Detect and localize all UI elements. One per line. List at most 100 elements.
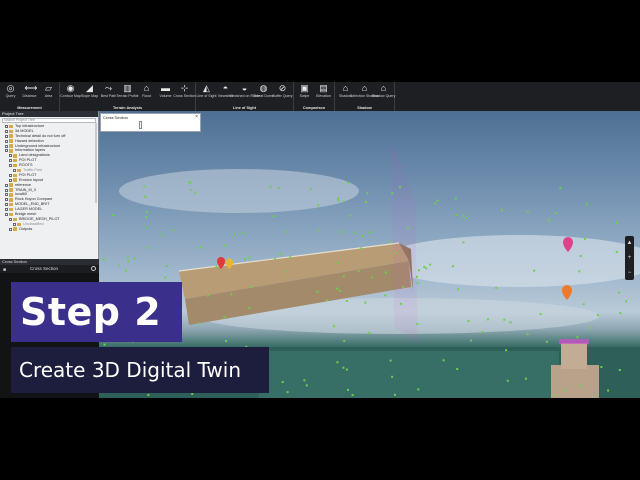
elevation-icon: ▤ — [319, 83, 328, 93]
tree-item-checkbox[interactable] — [5, 203, 8, 207]
ribbon-button-label: Buffer Query — [272, 94, 293, 98]
point-marker — [429, 263, 432, 266]
point-marker — [343, 339, 346, 342]
swipe-icon: ▣ — [300, 83, 309, 93]
tree-item-checkbox[interactable] — [5, 134, 8, 138]
project-tree-title: Project Tree — [0, 111, 98, 117]
contour-map-button[interactable]: ◉ Contour Map — [60, 82, 81, 104]
point-marker — [199, 246, 202, 249]
ribbon-button-label: Shadow Query — [371, 94, 396, 98]
cross-section-tab[interactable]: ■ Cross Section — [0, 265, 99, 273]
shadow-query-button[interactable]: ⌂ Shadow Query — [371, 82, 396, 104]
query-button[interactable]: ◎ Query — [1, 82, 20, 104]
tree-item-checkbox[interactable] — [9, 159, 12, 163]
point-marker — [316, 290, 319, 293]
close-icon[interactable]: ■ — [3, 266, 6, 274]
point-marker — [146, 211, 149, 214]
point-marker — [625, 300, 628, 303]
point-marker — [223, 244, 226, 247]
point-marker — [364, 301, 367, 304]
tree-item[interactable]: Outputs — [1, 227, 98, 232]
tree-item-checkbox[interactable] — [5, 144, 8, 148]
tree-item-checkbox[interactable] — [9, 154, 12, 158]
tree-item-checkbox[interactable] — [5, 208, 8, 212]
tree-item-checkbox[interactable] — [9, 164, 12, 168]
point-marker — [353, 231, 356, 234]
point-marker — [467, 320, 470, 323]
area-button[interactable]: ▱ Area — [39, 82, 58, 104]
point-marker — [364, 201, 367, 203]
point-marker — [279, 253, 282, 256]
point-marker — [164, 276, 167, 279]
elevation-button[interactable]: ▤ Elevation — [314, 82, 333, 104]
point-marker — [303, 379, 306, 382]
ribbon-group: ▣ Swipe ▤ Elevation Comparison — [294, 82, 335, 111]
terrain-profile-button[interactable]: ▥ Terrain Profile — [116, 82, 139, 104]
shadow-button[interactable]: ⌂ Shadow — [336, 82, 355, 104]
slope-map-button[interactable]: ◢ Slope Map — [80, 82, 99, 104]
info-icon[interactable] — [91, 266, 96, 271]
point-marker — [509, 321, 512, 324]
tree-item-checkbox[interactable] — [9, 227, 12, 231]
ribbon-button-label: Terrain Profile — [116, 94, 139, 98]
project-tree-scrollbar[interactable] — [95, 123, 97, 203]
tree-item-checkbox[interactable] — [5, 183, 8, 187]
point-marker — [465, 217, 468, 220]
point-marker — [423, 266, 426, 268]
folder-icon — [13, 158, 17, 163]
point-marker — [223, 316, 226, 318]
point-marker — [501, 209, 503, 212]
flood-button[interactable]: ⌂ Flood — [137, 82, 156, 104]
ribbon-button-label: Query — [5, 94, 16, 98]
ribbon-group: ◉ Contour Map ◢ Slope Map ⤳ Best Path ▥ Terrain… — [60, 82, 196, 111]
viewshed-on-route-button[interactable]: ◒ Viewshed on Route — [229, 82, 260, 104]
point-marker — [102, 258, 105, 261]
zoom-out-button[interactable]: − — [628, 270, 632, 276]
point-marker — [143, 185, 146, 188]
tree-item-checkbox[interactable] — [5, 129, 8, 133]
selection-shadow-button[interactable]: ⌂ Selection Shadow — [350, 82, 379, 104]
volume-button[interactable]: ▬ Volume — [156, 82, 175, 104]
tree-item-checkbox[interactable] — [5, 149, 8, 153]
distance-button[interactable]: ⟷ Distance — [20, 82, 39, 104]
tree-item-checkbox[interactable] — [9, 173, 12, 177]
close-icon[interactable]: × — [195, 114, 198, 120]
slope-map-icon: ◢ — [86, 83, 93, 93]
tree-item-checkbox[interactable] — [13, 168, 16, 172]
point-marker — [269, 185, 272, 188]
point-marker — [436, 199, 439, 202]
poi-pin-orange[interactable] — [562, 285, 572, 300]
tree-item-checkbox[interactable] — [5, 193, 8, 197]
tree-item-checkbox[interactable] — [5, 212, 8, 216]
line-of-sight-button[interactable]: ◭ Line of Sight — [197, 82, 217, 104]
point-marker — [112, 214, 115, 217]
cross-section-button[interactable]: ⊹ Cross Section — [173, 82, 195, 104]
tree-item-checkbox[interactable] — [5, 139, 8, 143]
point-marker — [161, 233, 164, 236]
buffer-query-button[interactable]: ⊘ Buffer Query — [272, 82, 293, 104]
threat-dome-button[interactable]: ◍ Threat Dome — [253, 82, 274, 104]
tree-item-checkbox[interactable] — [9, 178, 12, 182]
project-tree-search-input[interactable]: Search Project Tree — [2, 118, 96, 123]
point-marker — [342, 275, 345, 278]
nav-up-button[interactable]: ▲ — [627, 240, 633, 246]
tree-item-checkbox[interactable] — [5, 198, 8, 202]
zoom-in-button[interactable]: + — [628, 255, 632, 261]
viewshed-button[interactable]: ◓ Viewshed — [216, 82, 235, 104]
tree-item-checkbox[interactable] — [9, 217, 12, 221]
tree-item-checkbox[interactable] — [5, 124, 8, 128]
point-marker — [425, 267, 428, 270]
point-marker — [589, 326, 592, 329]
point-marker — [462, 215, 465, 217]
ribbon-button-label: Flood — [142, 94, 151, 98]
point-marker — [340, 231, 343, 233]
best-path-button[interactable]: ⤳ Best Path — [99, 82, 118, 104]
swipe-button[interactable]: ▣ Swipe — [295, 82, 314, 104]
tree-item-checkbox[interactable] — [13, 222, 16, 226]
point-marker — [126, 256, 129, 259]
point-marker — [582, 303, 585, 306]
folder-icon — [13, 163, 17, 168]
ribbon-group-label: Measurement — [17, 106, 42, 110]
tree-item-checkbox[interactable] — [5, 188, 8, 192]
point-marker — [147, 394, 150, 396]
